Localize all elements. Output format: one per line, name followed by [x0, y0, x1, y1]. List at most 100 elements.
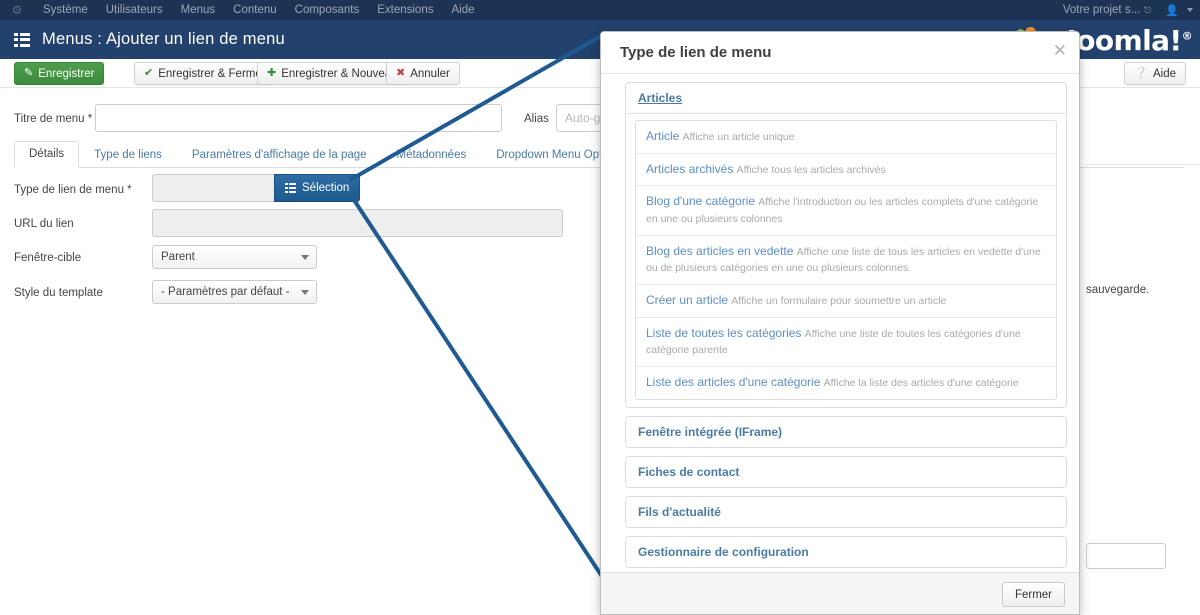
top-menu-aide[interactable]: Aide: [442, 0, 483, 20]
question-circle-icon: ❔: [1134, 68, 1148, 79]
right-panel-input[interactable]: [1086, 543, 1166, 569]
link-type-label: Type de lien de menu *: [14, 184, 132, 196]
site-preview-label: Votre projet s...: [1063, 4, 1140, 16]
list-item-link[interactable]: Liste de toutes les catégories: [646, 326, 801, 340]
list-item-desc: Affiche la liste des articles d'une caté…: [824, 377, 1019, 389]
select-link-type-button[interactable]: Sélection: [274, 174, 360, 202]
check-icon: ✔: [144, 68, 153, 79]
modal-title: Type de lien de menu: [620, 44, 771, 61]
save-and-new-button[interactable]: ✚ Enregistrer & Nouveau: [257, 62, 408, 85]
save-and-close-label: Enregistrer & Fermer: [158, 68, 265, 80]
app-root: ⚙ Système Utilisateurs Menus Contenu Com…: [0, 0, 1200, 615]
list-item-link[interactable]: Créer un article: [646, 293, 728, 307]
url-input: [152, 209, 563, 237]
top-menu-menus[interactable]: Menus: [172, 0, 225, 20]
list-item[interactable]: Liste de toutes les catégories Affiche u…: [636, 318, 1056, 367]
accordion-header-contacts[interactable]: Fiches de contact: [626, 457, 1066, 487]
modal-close-button[interactable]: Fermer: [1002, 582, 1065, 607]
accordion-header-label: Fiches de contact: [638, 465, 739, 479]
tab-metadonnees[interactable]: Métadonnées: [382, 142, 482, 168]
tab-type-de-liens[interactable]: Type de liens: [79, 142, 177, 168]
template-style-value: - Paramètres par défaut -: [161, 286, 289, 298]
accordion-panel-iframe[interactable]: Fenêtre intégrée (IFrame): [625, 416, 1067, 448]
template-style-select[interactable]: - Paramètres par défaut -: [152, 280, 317, 304]
accordion-body-articles: Article Affiche un article unique Articl…: [626, 114, 1066, 407]
modal-close-button-label: Fermer: [1015, 589, 1052, 601]
accordion-panel-newsfeeds[interactable]: Fils d'actualité: [625, 496, 1067, 528]
list-item[interactable]: Blog d'une catégorie Affiche l'introduct…: [636, 186, 1056, 235]
joomla-logo-icon[interactable]: ⚙: [0, 3, 34, 17]
url-label: URL du lien: [14, 218, 74, 230]
page-title: Menus : Ajouter un lien de menu: [42, 30, 285, 49]
list-item[interactable]: Blog des articles en vedette Affiche une…: [636, 236, 1056, 285]
accordion-header-label: Fenêtre intégrée (IFrame): [638, 425, 782, 439]
top-menu-contenu[interactable]: Contenu: [224, 0, 285, 20]
save-button-label: Enregistrer: [38, 68, 94, 80]
top-menu-composants[interactable]: Composants: [286, 0, 369, 20]
external-link-icon: ⎋: [1144, 5, 1151, 16]
cancel-circle-icon: ✖: [396, 68, 405, 79]
cancel-button-label: Annuler: [410, 68, 450, 80]
list-item-desc: Affiche tous les articles archivés: [737, 164, 886, 176]
close-icon[interactable]: ✕: [1053, 42, 1067, 59]
list-item[interactable]: Articles archivés Affiche tous les artic…: [636, 154, 1056, 187]
save-and-new-label: Enregistrer & Nouveau: [281, 68, 397, 80]
accordion-header-iframe[interactable]: Fenêtre intégrée (IFrame): [626, 417, 1066, 447]
list-item-link[interactable]: Articles archivés: [646, 162, 733, 176]
user-menu[interactable]: 👤: [1158, 4, 1200, 17]
modal-body: Articles Article Affiche un article uniq…: [601, 74, 1080, 605]
tab-details[interactable]: Détails: [14, 141, 79, 168]
site-preview-link[interactable]: Votre projet s... ⎋: [1056, 4, 1158, 16]
top-menu-utilisateurs[interactable]: Utilisateurs: [97, 0, 172, 20]
list-item-desc: Affiche un article unique: [683, 131, 795, 143]
right-panel-note: sauvegarde.: [1086, 284, 1149, 296]
save-button[interactable]: ✎ Enregistrer: [14, 62, 104, 85]
cancel-button[interactable]: ✖ Annuler: [386, 62, 460, 85]
list-item-link[interactable]: Blog d'une catégorie: [646, 194, 755, 208]
help-button[interactable]: ❔ Aide: [1124, 62, 1186, 85]
grid-list-icon: [285, 183, 296, 193]
top-menu-systeme[interactable]: Système: [34, 0, 97, 20]
chevron-down-icon: [301, 255, 309, 260]
save-and-close-button[interactable]: ✔ Enregistrer & Fermer: [134, 62, 276, 85]
article-link-list: Article Affiche un article unique Articl…: [635, 120, 1057, 400]
accordion-panel-contacts[interactable]: Fiches de contact: [625, 456, 1067, 488]
link-type-input: [152, 174, 275, 202]
accordion-header-label: Articles: [638, 91, 682, 105]
accordion-header-config-manager[interactable]: Gestionnaire de configuration: [626, 537, 1066, 567]
menu-list-icon: [14, 33, 30, 47]
list-item-desc: Affiche un formulaire pour soumettre un …: [731, 295, 946, 307]
target-window-select[interactable]: Parent: [152, 245, 317, 269]
right-panel-divider: [1086, 164, 1200, 165]
chevron-down-icon: [1187, 8, 1193, 12]
plus-icon: ✚: [267, 68, 276, 79]
modal-footer: Fermer: [601, 572, 1080, 614]
help-button-label: Aide: [1153, 68, 1176, 80]
accordion-header-articles[interactable]: Articles: [626, 83, 1066, 114]
accordion-header-label: Gestionnaire de configuration: [638, 545, 809, 559]
alias-label: Alias: [524, 113, 549, 125]
list-item-link[interactable]: Liste des articles d'une catégorie: [646, 375, 820, 389]
menu-title-label: Titre de menu *: [14, 113, 92, 125]
accordion-header-label: Fils d'actualité: [638, 505, 721, 519]
link-type-modal: Type de lien de menu ✕ Articles Article …: [600, 31, 1080, 615]
modal-header: Type de lien de menu ✕: [601, 32, 1080, 74]
list-item[interactable]: Liste des articles d'une catégorie Affic…: [636, 367, 1056, 399]
select-button-label: Sélection: [302, 182, 349, 194]
target-window-label: Fenêtre-cible: [14, 252, 81, 264]
list-item[interactable]: Créer un article Affiche un formulaire p…: [636, 285, 1056, 318]
joomla-brand-wordmark: Joomla!®: [1066, 24, 1192, 57]
tab-parametres-affichage[interactable]: Paramètres d'affichage de la page: [177, 142, 382, 168]
menu-title-input[interactable]: [95, 104, 502, 132]
accordion-panel-config-manager[interactable]: Gestionnaire de configuration: [625, 536, 1067, 568]
target-window-value: Parent: [161, 251, 195, 263]
pencil-square-icon: ✎: [24, 68, 33, 79]
top-menu-extensions[interactable]: Extensions: [368, 0, 442, 20]
list-item-link[interactable]: Article: [646, 129, 679, 143]
brand-registered-mark: ®: [1182, 30, 1192, 43]
list-item[interactable]: Article Affiche un article unique: [636, 121, 1056, 154]
brand-text: Joomla!: [1066, 24, 1181, 57]
accordion-header-newsfeeds[interactable]: Fils d'actualité: [626, 497, 1066, 527]
accordion-panel-articles: Articles Article Affiche un article uniq…: [625, 82, 1067, 408]
list-item-link[interactable]: Blog des articles en vedette: [646, 244, 793, 258]
